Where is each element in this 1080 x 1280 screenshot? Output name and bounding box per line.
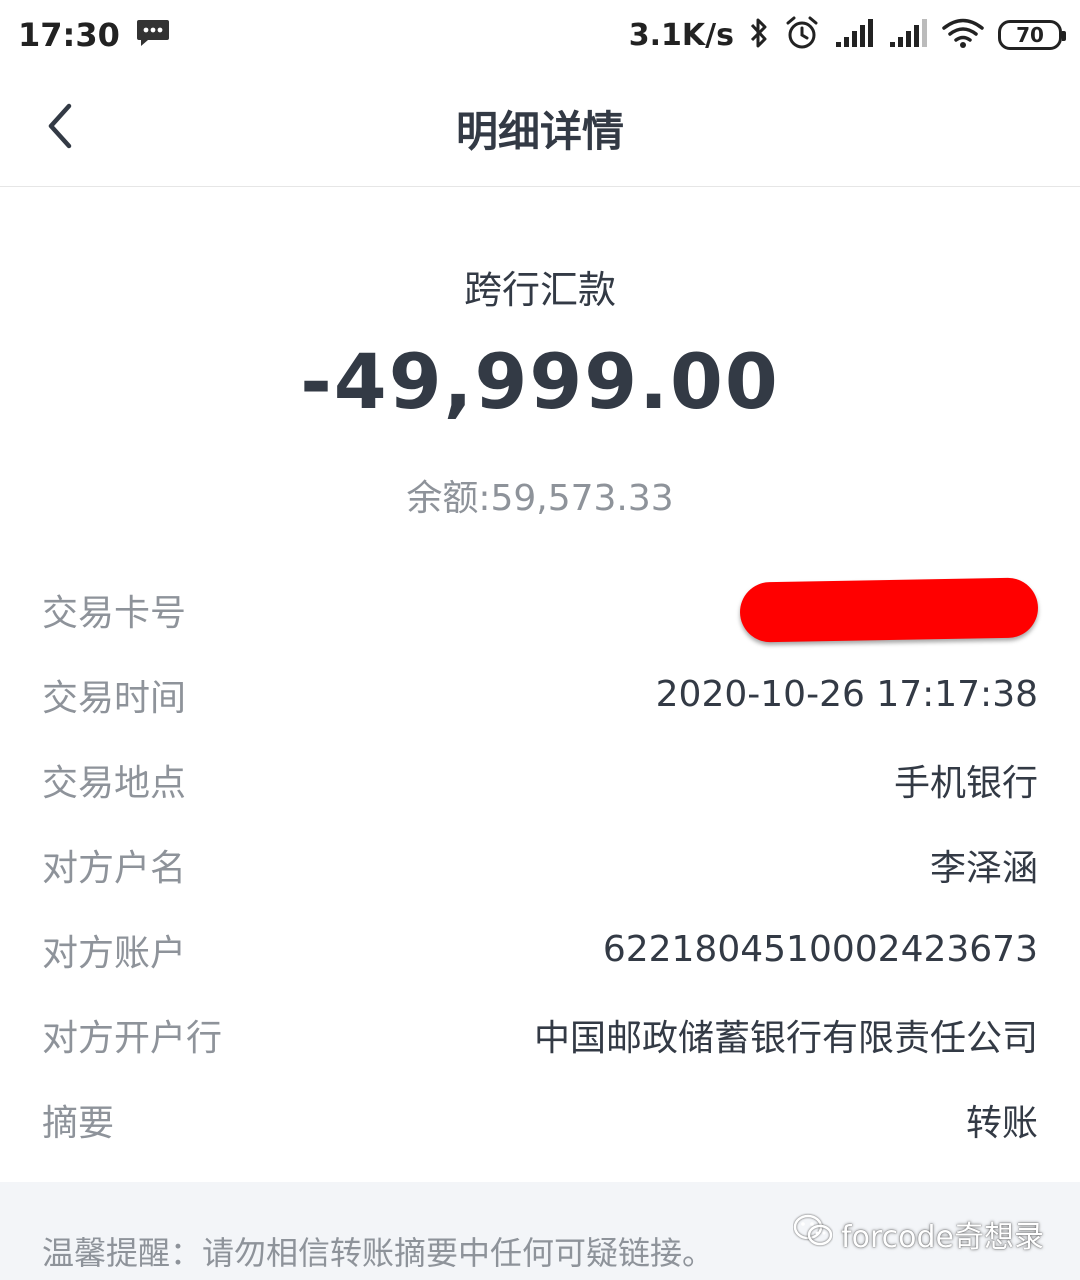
bluetooth-icon [748, 16, 770, 54]
watermark-text: forcode奇想录 [841, 1220, 1044, 1255]
detail-value: 6221804510002423673 [602, 929, 1038, 970]
detail-value: 2020-10-26 17:17:38 [655, 674, 1038, 715]
detail-label: 交易地点 [42, 762, 187, 804]
transaction-summary: 跨行汇款 -49,999.00 余额:59,573.33 [0, 187, 1080, 557]
detail-label: 对方户名 [42, 847, 187, 889]
signal-icon [834, 18, 874, 52]
detail-label: 摘要 [42, 1102, 115, 1144]
detail-label: 交易时间 [42, 677, 187, 719]
transaction-type: 跨行汇款 [463, 268, 616, 312]
detail-value: 转账 [965, 1102, 1038, 1144]
detail-label: 对方开户行 [42, 1017, 223, 1059]
page-title: 明细详情 [455, 106, 624, 156]
detail-row-location: 交易地点 手机银行 [0, 737, 1080, 822]
detail-label: 交易卡号 [42, 592, 187, 634]
detail-row-payee-name: 对方户名 李泽涵 [0, 822, 1080, 907]
status-bar: 17:30 3.1K/s 70 [0, 0, 1080, 70]
notice-bar: 温馨提醒：请勿相信转账摘要中任何可疑链接。 forcode奇想录 [0, 1182, 1080, 1280]
back-button[interactable] [30, 98, 90, 158]
watermark: forcode奇想录 [793, 1212, 1044, 1256]
detail-row-payee-bank: 对方开户行 中国邮政储蓄银行有限责任公司 [0, 992, 1080, 1077]
safety-notice: 温馨提醒：请勿相信转账摘要中任何可疑链接。 [42, 1234, 715, 1272]
wifi-icon [942, 17, 984, 53]
detail-row-memo: 摘要 转账 [0, 1077, 1080, 1162]
detail-row-time: 交易时间 2020-10-26 17:17:38 [0, 652, 1080, 737]
detail-row-payee-account: 对方账户 6221804510002423673 [0, 907, 1080, 992]
alarm-icon [784, 15, 820, 55]
account-balance: 余额:59,573.33 [406, 478, 674, 519]
transaction-details: 交易卡号 交易时间 2020-10-26 17:17:38 交易地点 手机银行 … [0, 567, 1080, 1162]
chevron-left-icon [45, 102, 75, 154]
detail-label: 对方账户 [42, 932, 187, 974]
detail-value: 中国邮政储蓄银行有限责任公司 [533, 1017, 1038, 1059]
detail-value: 李泽涵 [929, 847, 1038, 889]
status-left: 17:30 [18, 16, 170, 54]
battery-indicator: 70 [998, 20, 1066, 50]
status-time: 17:30 [18, 16, 120, 54]
transaction-amount: -49,999.00 [300, 337, 780, 426]
detail-value: 手机银行 [893, 762, 1038, 804]
status-right: 3.1K/s 70 [628, 15, 1066, 55]
detail-row-card-number: 交易卡号 [0, 567, 1080, 652]
navigation-bar: 明细详情 [0, 70, 1080, 187]
signal-icon [888, 18, 928, 52]
redaction-mark [739, 576, 1039, 643]
wechat-icon [793, 1213, 833, 1255]
message-icon [136, 18, 170, 52]
network-speed: 3.1K/s [628, 17, 734, 53]
